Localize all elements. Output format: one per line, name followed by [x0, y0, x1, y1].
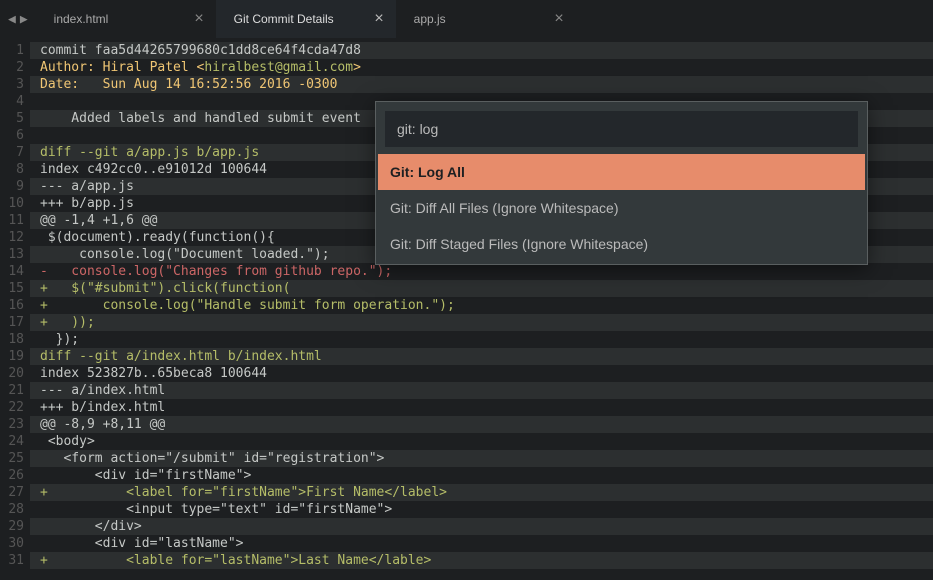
code-line: @@ -8,9 +8,11 @@ [30, 416, 933, 433]
line-number: 20 [0, 365, 30, 382]
line-number: 6 [0, 127, 30, 144]
line-number: 18 [0, 331, 30, 348]
line-gutter: 1234567891011121314151617181920212223242… [0, 38, 30, 580]
line-number: 28 [0, 501, 30, 518]
code-line: + <lable for="lastName">Last Name</lable… [30, 552, 933, 569]
line-number: 5 [0, 110, 30, 127]
code-line: <form action="/submit" id="registration"… [30, 450, 933, 467]
code-line: <input type="text" id="firstName"> [30, 501, 933, 518]
line-number: 8 [0, 161, 30, 178]
code-line: - console.log("Changes from github repo.… [30, 263, 933, 280]
nav-forward-icon[interactable]: ▶ [20, 12, 28, 27]
code-line: }); [30, 331, 933, 348]
code-line: + console.log("Handle submit form operat… [30, 297, 933, 314]
line-number: 22 [0, 399, 30, 416]
line-number: 3 [0, 76, 30, 93]
line-number: 21 [0, 382, 30, 399]
code-line: diff --git a/index.html b/index.html [30, 348, 933, 365]
tab-label: app.js [414, 12, 446, 26]
line-number: 27 [0, 484, 30, 501]
line-number: 14 [0, 263, 30, 280]
code-line: Author: Hiral Patel <hiralbest@gmail.com… [30, 59, 933, 76]
line-number: 30 [0, 535, 30, 552]
code-line: </div> [30, 518, 933, 535]
line-number: 10 [0, 195, 30, 212]
close-icon[interactable]: × [194, 10, 203, 28]
line-number: 15 [0, 280, 30, 297]
line-number: 29 [0, 518, 30, 535]
tab-app-js[interactable]: app.js × [396, 0, 576, 38]
code-line: Date: Sun Aug 14 16:52:56 2016 -0300 [30, 76, 933, 93]
line-number: 17 [0, 314, 30, 331]
line-number: 26 [0, 467, 30, 484]
line-number: 12 [0, 229, 30, 246]
line-number: 11 [0, 212, 30, 229]
palette-item-git-diff-all[interactable]: Git: Diff All Files (Ignore Whitespace) [378, 190, 865, 226]
line-number: 19 [0, 348, 30, 365]
code-line: <div id="firstName"> [30, 467, 933, 484]
line-number: 23 [0, 416, 30, 433]
tab-label: Git Commit Details [234, 12, 334, 26]
code-line: + <label for="firstName">First Name</lab… [30, 484, 933, 501]
line-number: 13 [0, 246, 30, 263]
close-icon[interactable]: × [374, 10, 383, 28]
command-palette-input[interactable]: git: log [385, 111, 858, 147]
code-line: +++ b/index.html [30, 399, 933, 416]
palette-item-git-diff-staged[interactable]: Git: Diff Staged Files (Ignore Whitespac… [378, 226, 865, 262]
nav-back-icon[interactable]: ◀ [8, 12, 16, 27]
line-number: 4 [0, 93, 30, 110]
code-line: --- a/index.html [30, 382, 933, 399]
line-number: 9 [0, 178, 30, 195]
code-line: <div id="lastName"> [30, 535, 933, 552]
line-number: 7 [0, 144, 30, 161]
line-number: 16 [0, 297, 30, 314]
line-number: 24 [0, 433, 30, 450]
tab-label: index.html [54, 12, 109, 26]
palette-item-git-log-all[interactable]: Git: Log All [378, 154, 865, 190]
line-number: 31 [0, 552, 30, 569]
code-line: commit faa5d44265799680c1dd8ce64f4cda47d… [30, 42, 933, 59]
command-palette: git: log Git: Log All Git: Diff All File… [375, 101, 868, 265]
line-number: 25 [0, 450, 30, 467]
code-line: index 523827b..65beca8 100644 [30, 365, 933, 382]
tab-git-commit-details[interactable]: Git Commit Details × [216, 0, 396, 38]
line-number: 1 [0, 42, 30, 59]
code-line: <body> [30, 433, 933, 450]
line-number: 2 [0, 59, 30, 76]
tab-index-html[interactable]: index.html × [36, 0, 216, 38]
code-line: + $("#submit").click(function( [30, 280, 933, 297]
editor-tabs: index.html × Git Commit Details × app.js… [36, 0, 933, 38]
close-icon[interactable]: × [554, 10, 563, 28]
code-line: + )); [30, 314, 933, 331]
